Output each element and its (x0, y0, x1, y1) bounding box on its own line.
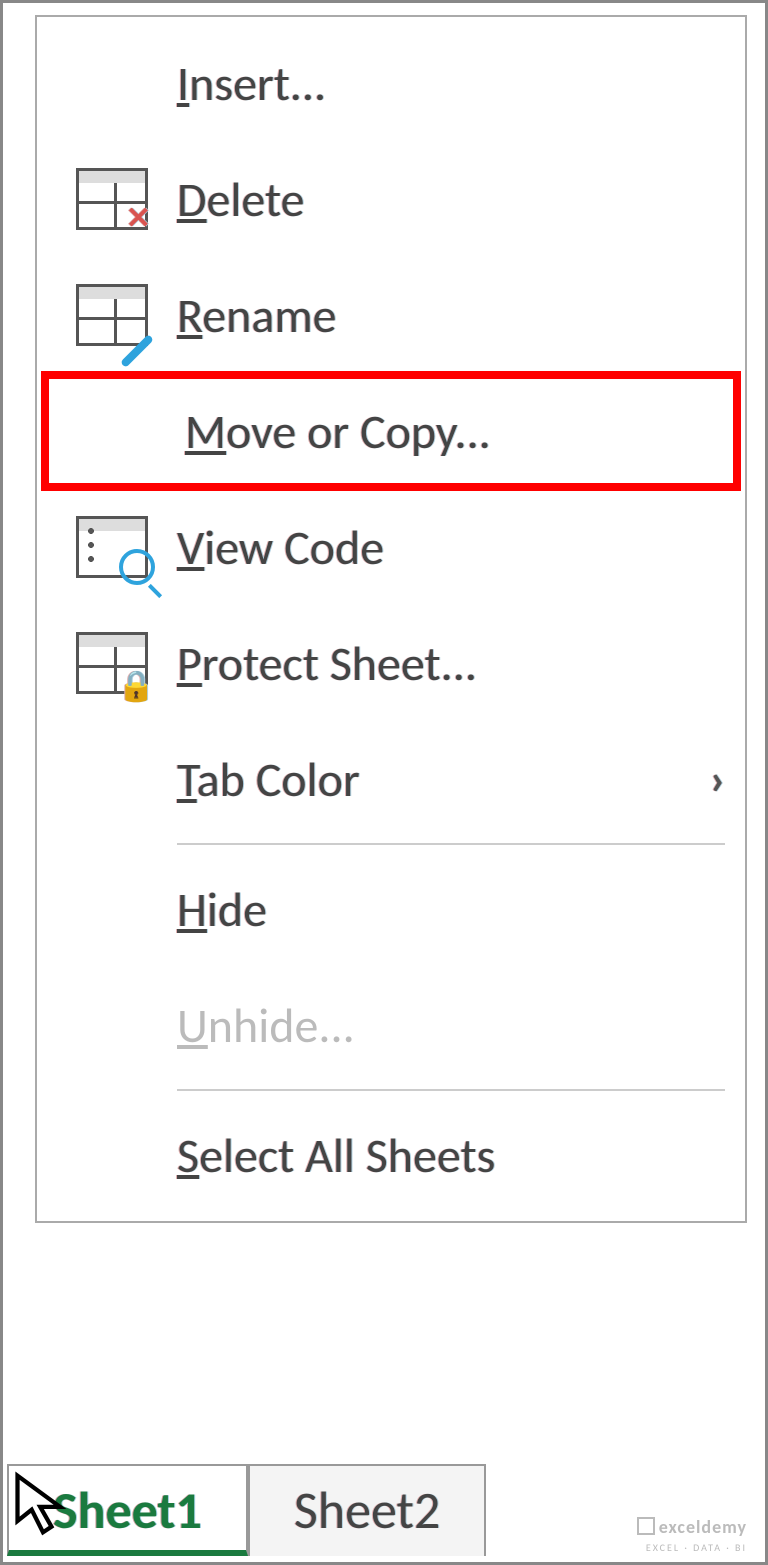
menu-separator (177, 1089, 725, 1091)
menu-label: View Code (177, 518, 725, 577)
protect-sheet-icon (47, 632, 177, 694)
menu-label: Delete (177, 170, 725, 229)
menu-label: Unhide... (177, 996, 725, 1055)
menu-item-select-all-sheets[interactable]: Select All Sheets (37, 1097, 745, 1213)
menu-label: Move or Copy... (185, 402, 713, 461)
sheet-tab-context-menu: Insert... Delete Rename Move or Copy... … (35, 15, 747, 1223)
menu-label: Hide (177, 880, 725, 939)
menu-item-move-or-copy[interactable]: Move or Copy... (41, 371, 741, 491)
menu-item-view-code[interactable]: View Code (37, 489, 745, 605)
menu-item-tab-color[interactable]: Tab Color › (37, 721, 745, 837)
delete-sheet-icon (47, 168, 177, 230)
menu-item-insert[interactable]: Insert... (37, 25, 745, 141)
menu-item-hide[interactable]: Hide (37, 851, 745, 967)
menu-label: Tab Color (177, 750, 710, 809)
watermark: exceldemy EXCEL · DATA · BI (637, 1515, 747, 1554)
rename-sheet-icon (47, 284, 177, 346)
submenu-arrow-icon: › (710, 752, 725, 806)
menu-label: Insert... (177, 54, 725, 113)
mouse-cursor-icon (9, 1470, 77, 1538)
menu-item-unhide: Unhide... (37, 967, 745, 1083)
menu-label: Select All Sheets (177, 1126, 725, 1185)
menu-item-delete[interactable]: Delete (37, 141, 745, 257)
menu-separator (177, 843, 725, 845)
menu-item-protect-sheet[interactable]: Protect Sheet... (37, 605, 745, 721)
sheet-tab[interactable]: Sheet2 (248, 1464, 486, 1556)
menu-label: Protect Sheet... (177, 634, 725, 693)
menu-item-rename[interactable]: Rename (37, 257, 745, 373)
view-code-icon (47, 516, 177, 578)
menu-label: Rename (177, 286, 725, 345)
